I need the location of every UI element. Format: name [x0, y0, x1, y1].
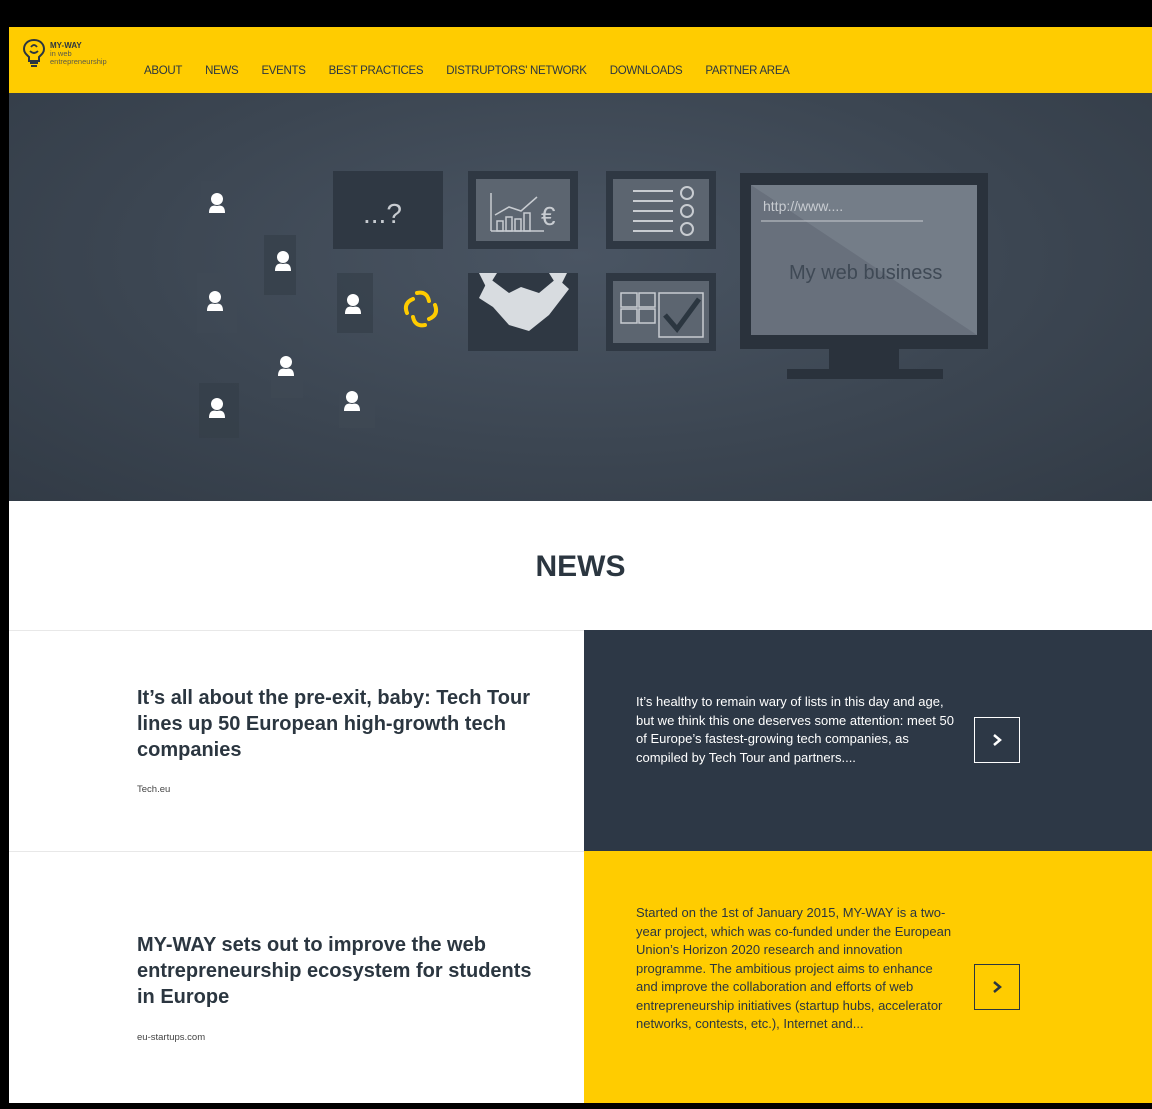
person-icon — [271, 338, 303, 398]
nav-partner-area[interactable]: PARTNER AREA — [705, 65, 789, 77]
article-title[interactable]: MY-WAY sets out to improve the web entre… — [137, 932, 547, 1010]
article-right-panel: It’s healthy to remain wary of lists in … — [584, 630, 1152, 851]
read-more-button[interactable] — [974, 964, 1020, 1010]
person-icon — [197, 273, 237, 333]
top-black-bar — [9, 10, 1152, 27]
navbar: MY-WAY in web entrepreneurship ABOUT NEW… — [9, 27, 1152, 93]
article-left-panel: MY-WAY sets out to improve the web entre… — [9, 851, 584, 1103]
nav-events[interactable]: EVENTS — [261, 65, 306, 77]
article-summary: It’s healthy to remain wary of lists in … — [636, 694, 954, 765]
question-mark-text: ...? — [363, 198, 402, 229]
article-source: Tech.eu — [137, 784, 171, 795]
svg-text:€: € — [541, 201, 556, 231]
person-icon — [199, 383, 239, 438]
news-article: MY-WAY sets out to improve the web entre… — [9, 851, 1152, 1103]
article-left-panel: It’s all about the pre-exit, baby: Tech … — [9, 630, 584, 851]
hero-banner: ...? € http://www.... My web business — [9, 93, 1152, 501]
nav-distruptors-network[interactable]: DISTRUPTORS' NETWORK — [446, 65, 587, 77]
monitor-url-text: http://www.... — [763, 198, 843, 214]
nav-news[interactable]: NEWS — [205, 65, 239, 77]
hero-illustration: ...? € http://www.... My web business — [197, 171, 988, 438]
article-right-panel: Started on the 1st of January 2015, MY-W… — [584, 851, 1152, 1103]
logo-subtitle: in web entrepreneurship — [50, 49, 107, 66]
chevron-right-icon — [993, 734, 1002, 746]
nav-downloads[interactable]: DOWNLOADS — [610, 65, 683, 77]
person-icon — [337, 273, 373, 333]
person-icon — [339, 373, 375, 428]
person-icon — [264, 235, 296, 295]
article-source: eu-startups.com — [137, 1032, 206, 1043]
chevron-right-icon — [993, 981, 1002, 993]
news-article: It’s all about the pre-exit, baby: Tech … — [9, 630, 1152, 851]
news-heading: NEWS — [535, 550, 626, 583]
page: MY-WAY in web entrepreneurship ABOUT NEW… — [9, 10, 1152, 1103]
monitor-screen-text: My web business — [789, 262, 942, 284]
swirl-logo-icon — [403, 290, 439, 328]
person-icon — [201, 181, 233, 231]
nav-best-practices[interactable]: BEST PRACTICES — [329, 65, 424, 77]
main-nav: ABOUT NEWS EVENTS BEST PRACTICES DISTRUP… — [144, 65, 813, 77]
read-more-button[interactable] — [974, 717, 1020, 763]
article-title[interactable]: It’s all about the pre-exit, baby: Tech … — [137, 685, 547, 763]
logo[interactable]: MY-WAY in web entrepreneurship — [21, 37, 131, 79]
lightbulb-logo-icon — [22, 38, 46, 67]
nav-about[interactable]: ABOUT — [144, 65, 182, 77]
article-summary: Started on the 1st of January 2015, MY-W… — [636, 905, 952, 1031]
